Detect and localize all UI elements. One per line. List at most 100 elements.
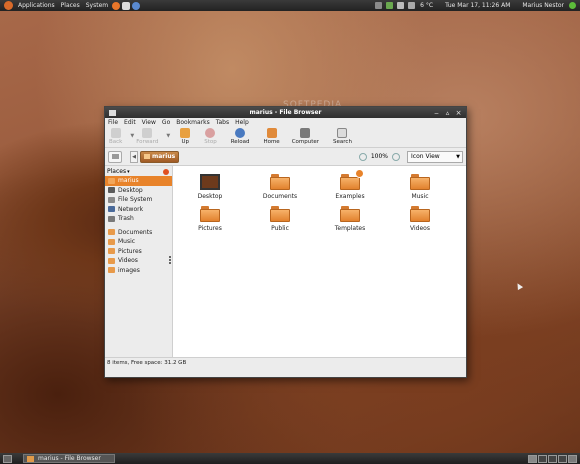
menu-go[interactable]: Go <box>162 119 170 126</box>
sidebar-bookmark-music[interactable]: Music <box>105 237 172 247</box>
sidebar-item-marius[interactable]: marius <box>105 176 172 186</box>
minimize-button[interactable]: ‒ <box>432 109 441 117</box>
up-button[interactable]: Up <box>180 128 191 145</box>
system-menu[interactable]: System <box>83 2 111 9</box>
folder-icon <box>27 455 34 462</box>
sidebar-header[interactable]: Places ▾ <box>105 167 172 176</box>
help-launcher-icon[interactable] <box>132 1 141 10</box>
file-icon-view[interactable]: Desktop Documents Examples Music Picture… <box>173 166 466 357</box>
applications-menu[interactable]: Applications <box>15 2 58 9</box>
stop-button[interactable]: Stop <box>204 128 217 145</box>
workspace-switcher <box>527 454 577 463</box>
file-item-videos[interactable]: Videos <box>385 206 455 232</box>
file-label: Desktop <box>197 193 223 200</box>
toolbar: Back ▼ Forward ▼ Up Stop Reload Home Com… <box>105 127 466 148</box>
sidebar-header-label: Places <box>107 168 127 175</box>
location-toggle-button[interactable] <box>108 150 122 163</box>
maximize-button[interactable]: ▵ <box>443 109 452 117</box>
drive-icon <box>108 196 115 203</box>
trash-applet-icon[interactable] <box>568 454 577 463</box>
computer-button[interactable]: Computer <box>292 128 319 145</box>
firefox-launcher-icon[interactable] <box>112 1 121 10</box>
path-scroll-left-button[interactable]: ◀ <box>130 150 138 163</box>
folder-icon <box>200 206 220 222</box>
back-history-dropdown[interactable]: ▼ <box>130 133 134 139</box>
sidebar-bookmark-images[interactable]: images <box>105 266 172 276</box>
folder-icon <box>340 169 364 190</box>
status-icon[interactable] <box>569 2 576 9</box>
main-menu-icon[interactable] <box>4 1 13 10</box>
file-item-desktop[interactable]: Desktop <box>175 174 245 200</box>
zoom-level[interactable]: 100% <box>371 153 388 160</box>
taskbar-window-button[interactable]: marius - File Browser <box>23 454 115 463</box>
folder-icon <box>108 248 115 255</box>
file-item-templates[interactable]: Templates <box>315 206 385 232</box>
file-item-examples[interactable]: Examples <box>315 169 385 200</box>
file-label: Templates <box>334 225 366 232</box>
forward-button[interactable]: Forward <box>136 128 158 145</box>
temperature-label[interactable]: 6 °C <box>417 2 436 9</box>
sidebar-resize-handle[interactable] <box>169 256 171 264</box>
titlebar[interactable]: marius - File Browser ‒ ▵ × <box>105 107 466 118</box>
back-label: Back <box>109 139 123 145</box>
menu-file[interactable]: File <box>108 119 118 126</box>
path-crumb-marius[interactable]: marius <box>140 150 180 163</box>
show-desktop-button[interactable] <box>3 454 12 463</box>
desktop-folder-icon <box>200 174 220 190</box>
sidebar-item-desktop[interactable]: Desktop <box>105 186 172 196</box>
zoom-out-icon[interactable] <box>358 152 367 161</box>
workspace-4[interactable] <box>558 454 567 463</box>
folder-icon <box>108 238 115 245</box>
menu-edit[interactable]: Edit <box>124 119 136 126</box>
file-label: Pictures <box>198 225 222 232</box>
workspace-2[interactable] <box>538 454 547 463</box>
clock[interactable]: Tue Mar 17, 11:26 AM <box>442 2 513 9</box>
mail-launcher-icon[interactable] <box>122 1 131 10</box>
close-button[interactable]: × <box>454 109 463 117</box>
file-item-music[interactable]: Music <box>385 174 455 200</box>
forward-history-dropdown[interactable]: ▼ <box>166 133 170 139</box>
workspace-3[interactable] <box>548 454 557 463</box>
update-icon[interactable] <box>386 2 394 9</box>
back-button[interactable]: Back <box>109 128 122 145</box>
volume-icon[interactable] <box>397 2 405 9</box>
menu-bookmarks[interactable]: Bookmarks <box>176 119 210 126</box>
zoom-in-icon[interactable] <box>392 152 400 161</box>
file-item-documents[interactable]: Documents <box>245 174 315 200</box>
view-mode-select[interactable]: Icon View ▼ <box>407 150 463 163</box>
file-item-pictures[interactable]: Pictures <box>175 206 245 232</box>
folder-icon <box>410 206 430 222</box>
sidebar-bookmark-pictures[interactable]: Pictures <box>105 247 172 257</box>
status-text: 8 items, Free space: 31.2 GB <box>107 359 187 366</box>
sidebar-item-label: Documents <box>118 228 153 236</box>
taskbar-window-label: marius - File Browser <box>38 455 101 462</box>
close-sidebar-icon[interactable] <box>163 168 169 175</box>
user-name[interactable]: Marius Nestor <box>519 2 567 9</box>
sidebar-item-label: marius <box>118 177 139 185</box>
menu-help[interactable]: Help <box>235 119 249 126</box>
workspace-1[interactable] <box>528 454 537 463</box>
menu-view[interactable]: View <box>142 119 156 126</box>
weather-icon[interactable] <box>408 2 416 9</box>
sidebar-item-trash[interactable]: Trash <box>105 214 172 224</box>
places-menu[interactable]: Places <box>58 2 83 9</box>
desktop-icon <box>108 187 115 194</box>
stop-icon <box>205 128 216 138</box>
sidebar-item-label: Trash <box>118 215 134 223</box>
sidebar-item-label: File System <box>118 196 153 204</box>
home-button[interactable]: Home <box>263 128 280 145</box>
search-button[interactable]: Search <box>333 128 352 145</box>
location-bar: ◀ marius 100% Icon View ▼ <box>105 148 466 166</box>
sidebar-bookmark-videos[interactable]: Videos <box>105 256 172 266</box>
network-icon[interactable] <box>375 2 383 9</box>
file-item-public[interactable]: Public <box>245 206 315 232</box>
menu-tabs[interactable]: Tabs <box>216 119 229 126</box>
reload-icon <box>235 128 246 138</box>
status-bar: 8 items, Free space: 31.2 GB <box>105 357 466 367</box>
reload-button[interactable]: Reload <box>231 128 249 145</box>
sidebar-item-file-system[interactable]: File System <box>105 195 172 205</box>
sidebar-bookmark-documents[interactable]: Documents <box>105 228 172 238</box>
sidebar-item-network[interactable]: Network <box>105 205 172 215</box>
folder-icon <box>270 174 290 190</box>
folder-icon <box>270 206 290 222</box>
